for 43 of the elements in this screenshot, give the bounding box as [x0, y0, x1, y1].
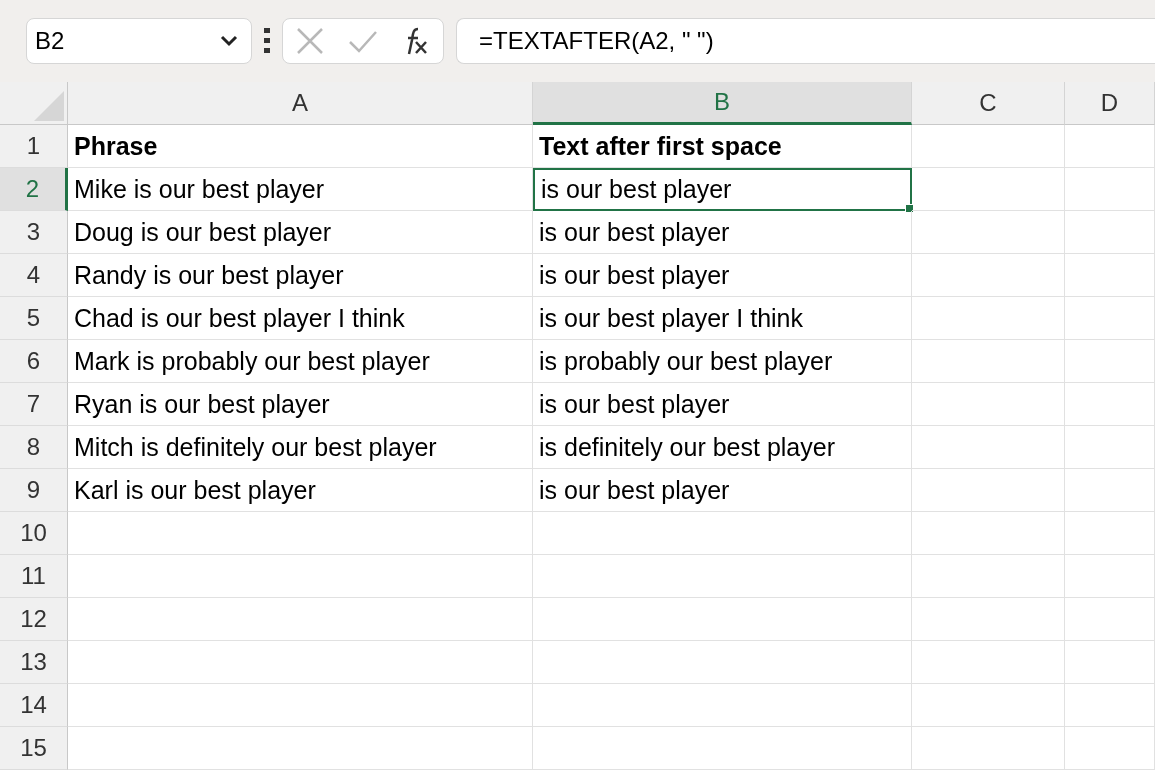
row-header[interactable]: 9	[0, 469, 68, 512]
chevron-down-icon[interactable]	[219, 34, 239, 48]
table-cell: Mark is probably our best player	[68, 340, 533, 383]
table-cell: Randy is our best player	[68, 254, 533, 297]
table-cell: Mike is our best player	[68, 168, 533, 211]
row-header[interactable]: 10	[0, 512, 68, 555]
row-header[interactable]: 12	[0, 598, 68, 641]
table-cell: is our best player I think	[533, 297, 912, 340]
table-cell: is our best player	[533, 469, 912, 512]
row-header[interactable]: 6	[0, 340, 68, 383]
table-cell: Text after first space	[533, 125, 912, 168]
name-box-value: B2	[35, 27, 65, 55]
row-header[interactable]: 14	[0, 684, 68, 727]
row-header[interactable]: 13	[0, 641, 68, 684]
row-header[interactable]: 8	[0, 426, 68, 469]
table-cell: Ryan is our best player	[68, 383, 533, 426]
row-header[interactable]: 2	[0, 168, 68, 211]
row-header[interactable]: 4	[0, 254, 68, 297]
column-header[interactable]: B	[533, 82, 912, 125]
table-cell: is our best player	[533, 383, 912, 426]
formula-bar[interactable]: =TEXTAFTER(A2, " ")	[456, 18, 1155, 64]
column-header[interactable]: A	[68, 82, 533, 125]
name-box[interactable]: B2	[26, 18, 252, 64]
row-header[interactable]: 1	[0, 125, 68, 168]
table-cell: Phrase	[68, 125, 533, 168]
table-cell: is probably our best player	[533, 340, 912, 383]
column-header[interactable]: C	[912, 82, 1065, 125]
row-header[interactable]: 11	[0, 555, 68, 598]
table-cell: Karl is our best player	[68, 469, 533, 512]
selected-cell: is our best player	[533, 168, 912, 211]
more-options-icon[interactable]	[264, 28, 270, 54]
row-header[interactable]: 3	[0, 211, 68, 254]
table-cell: Chad is our best player I think	[68, 297, 533, 340]
row-header[interactable]: 15	[0, 727, 68, 770]
table-cell: is our best player	[533, 211, 912, 254]
fill-handle[interactable]	[905, 204, 914, 213]
column-header[interactable]: D	[1065, 82, 1155, 125]
table-cell: is definitely our best player	[533, 426, 912, 469]
row-header[interactable]: 5	[0, 297, 68, 340]
table-cell: is our best player	[533, 254, 912, 297]
table-cell: Mitch is definitely our best player	[68, 426, 533, 469]
row-header[interactable]: 7	[0, 383, 68, 426]
table-cell: Doug is our best player	[68, 211, 533, 254]
